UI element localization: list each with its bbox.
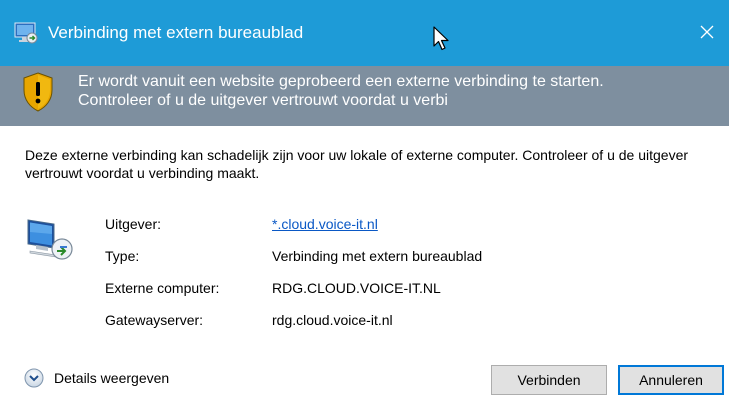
close-button[interactable] xyxy=(685,14,729,50)
warning-line-2: Controleer of u de uitgever vertrouwt vo… xyxy=(78,92,448,109)
close-icon xyxy=(700,25,714,39)
type-value: Verbinding met extern bureaublad xyxy=(272,248,483,264)
mouse-cursor-icon xyxy=(433,26,449,51)
details-toggle[interactable]: Details weergeven xyxy=(24,368,169,388)
gateway-value: rdg.cloud.voice-it.nl xyxy=(272,312,393,328)
publisher-link[interactable]: *.cloud.voice-it.nl xyxy=(272,214,378,234)
warning-message: Deze externe verbinding kan schadelijk z… xyxy=(25,147,689,181)
dialog-footer: Details weergeven Verbinden Annuleren xyxy=(0,350,729,403)
title-bar[interactable]: Verbinding met extern bureaublad xyxy=(0,0,729,66)
remote-computer-value: RDG.CLOUD.VOICE-IT.NL xyxy=(272,280,441,296)
publisher-label: Uitgever: xyxy=(105,216,162,232)
gateway-label: Gatewayserver: xyxy=(105,312,204,328)
warning-shield-icon xyxy=(23,72,53,112)
remote-desktop-dialog: Verbinding met extern bureaublad Er word… xyxy=(0,0,729,403)
remote-desktop-icon xyxy=(14,22,38,44)
connect-button[interactable]: Verbinden xyxy=(491,365,607,395)
details-toggle-label: Details weergeven xyxy=(54,370,170,386)
chevron-down-icon xyxy=(24,368,44,388)
warning-line-1: Er wordt vanuit een website geprobeerd e… xyxy=(78,73,604,90)
remote-computer-icon xyxy=(27,219,73,260)
type-label: Type: xyxy=(105,248,140,264)
remote-computer-label: Externe computer: xyxy=(105,280,220,296)
warning-text: Er wordt vanuit een website geprobeerd e… xyxy=(78,72,718,110)
warning-banner: Er wordt vanuit een website geprobeerd e… xyxy=(0,66,729,126)
window-title: Verbinding met extern bureaublad xyxy=(48,23,304,42)
cancel-button[interactable]: Annuleren xyxy=(618,365,724,395)
